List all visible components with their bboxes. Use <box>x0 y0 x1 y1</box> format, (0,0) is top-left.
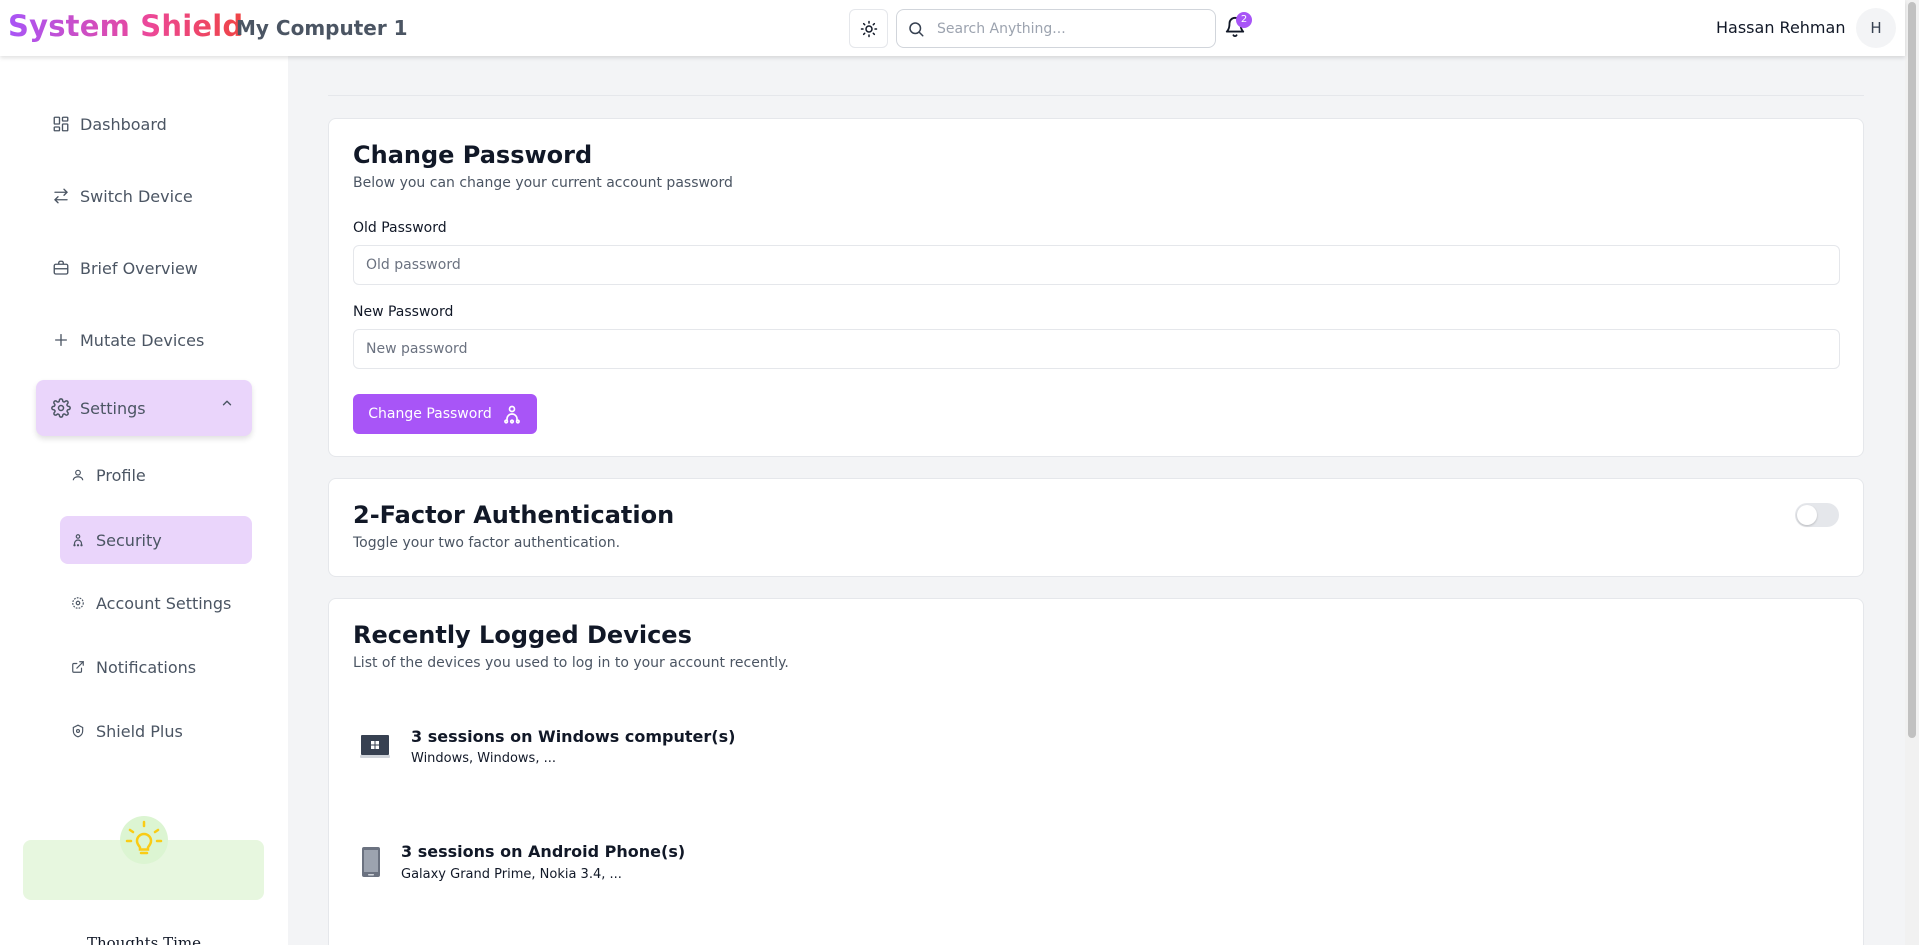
gear-icon <box>51 398 71 418</box>
session-title: 3 sessions on Windows computer(s) <box>411 727 736 746</box>
session-devices: Galaxy Grand Prime, Nokia 3.4, ... <box>401 867 622 882</box>
plus-icon <box>51 330 71 350</box>
old-password-input[interactable] <box>353 245 1840 285</box>
external-link-icon <box>70 659 86 675</box>
chevron-up-icon[interactable] <box>220 396 234 410</box>
content-divider <box>328 95 1864 96</box>
session-devices: Windows, Windows, ... <box>411 751 556 766</box>
change-password-card: Change Password Below you can change you… <box>328 118 1864 457</box>
theme-toggle-button[interactable] <box>849 9 888 48</box>
sidebar-item-label: Mutate Devices <box>80 330 205 350</box>
sidebar-item-brief-overview[interactable]: Brief Overview <box>36 243 252 293</box>
sidebar-subitem-account-settings[interactable]: Account Settings <box>60 579 252 627</box>
sidebar-subitem-label: Profile <box>96 465 146 485</box>
sidebar-subitem-profile[interactable]: Profile <box>60 451 252 499</box>
card-subtitle: Below you can change your current accoun… <box>353 175 733 191</box>
recent-devices-card: Recently Logged Devices List of the devi… <box>328 598 1864 945</box>
sidebar-subitem-label: Security <box>96 530 162 550</box>
new-password-label: New Password <box>353 304 454 320</box>
notification-count-badge: 2 <box>1236 12 1252 28</box>
switch-arrows-icon <box>51 186 71 206</box>
sidebar-subitem-shield-plus[interactable]: Shield Plus <box>60 707 252 755</box>
security-icon <box>503 405 520 424</box>
card-title: Change Password <box>353 141 593 169</box>
android-phone-icon <box>362 847 380 877</box>
lightbulb-badge <box>120 816 168 864</box>
brand-logo[interactable]: System Shield <box>8 9 243 43</box>
sidebar-item-dashboard[interactable]: Dashboard <box>36 99 252 149</box>
security-icon <box>70 532 86 548</box>
user-icon <box>70 467 86 483</box>
sidebar-subitem-label: Account Settings <box>96 593 232 613</box>
user-name[interactable]: Hassan Rehman <box>1716 18 1845 37</box>
sidebar-item-settings[interactable]: Settings <box>36 380 252 436</box>
shield-icon <box>70 723 86 739</box>
notifications-button[interactable]: 2 <box>1224 12 1252 42</box>
toggle-knob <box>1797 505 1817 525</box>
search-box <box>896 9 1216 48</box>
sidebar-item-label: Brief Overview <box>80 258 198 278</box>
card-title: 2-Factor Authentication <box>353 501 675 529</box>
lightbulb-icon <box>125 820 163 855</box>
sidebar-item-switch-device[interactable]: Switch Device <box>36 171 252 221</box>
session-title: 3 sessions on Android Phone(s) <box>401 842 686 861</box>
two-factor-card: 2-Factor Authentication Toggle your two … <box>328 478 1864 577</box>
avatar[interactable]: H <box>1856 8 1896 48</box>
windows-laptop-icon <box>360 735 390 758</box>
current-device-name: My Computer 1 <box>236 16 408 40</box>
sidebar-item-label: Settings <box>80 398 146 418</box>
sidebar-item-mutate-devices[interactable]: Mutate Devices <box>36 315 252 365</box>
two-factor-toggle[interactable] <box>1795 503 1839 527</box>
thoughts-title: Thoughts Time <box>86 934 202 945</box>
sidebar-subitem-security[interactable]: Security <box>60 516 252 564</box>
sidebar-item-label: Dashboard <box>80 114 167 134</box>
sun-icon <box>860 20 877 37</box>
sidebar-subitem-notifications[interactable]: Notifications <box>60 643 252 691</box>
sidebar-subitem-label: Notifications <box>96 657 197 677</box>
search-input[interactable] <box>937 10 1207 47</box>
old-password-label: Old Password <box>353 220 447 236</box>
page-scrollbar[interactable] <box>1905 0 1919 945</box>
new-password-input[interactable] <box>353 329 1840 369</box>
button-label: Change Password <box>368 406 492 422</box>
change-password-button[interactable]: Change Password <box>353 394 537 434</box>
scrollbar-thumb[interactable] <box>1908 2 1916 738</box>
sidebar: Dashboard Switch Device Brief Overview M… <box>0 56 288 945</box>
card-subtitle: Toggle your two factor authentication. <box>353 535 621 551</box>
gear-icon <box>70 595 86 611</box>
dashboard-icon <box>51 114 71 134</box>
card-title: Recently Logged Devices <box>353 621 692 649</box>
sidebar-subitem-label: Shield Plus <box>96 721 183 741</box>
briefcase-icon <box>51 258 71 278</box>
sidebar-item-label: Switch Device <box>80 186 193 206</box>
search-icon <box>909 22 924 37</box>
card-subtitle: List of the devices you used to log in t… <box>353 655 789 671</box>
top-bar: System Shield My Computer 1 2 Hassan Reh… <box>0 0 1905 56</box>
